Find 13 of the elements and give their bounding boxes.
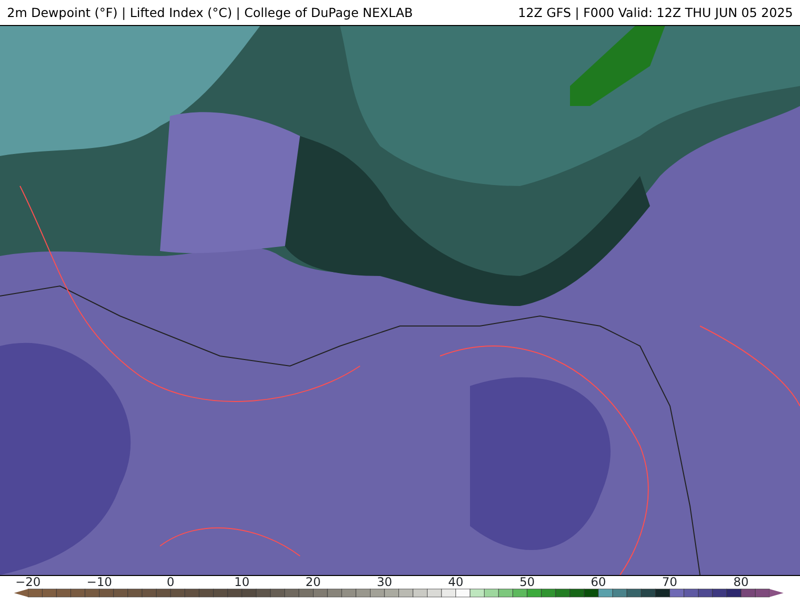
scale-tick-label: 30	[376, 576, 392, 589]
scale-tick-label: 80	[733, 576, 749, 589]
scale-tick-label: 20	[306, 576, 321, 589]
scale-tick-label: 10	[234, 576, 250, 589]
scale-tick-label: −20	[15, 576, 41, 589]
scale-tick-label: 70	[662, 576, 678, 589]
scale-tick-label: −10	[86, 576, 112, 589]
chart-title: 2m Dewpoint (°F) | Lifted Index (°C) | College of DuPage NEXLAB	[7, 4, 413, 22]
scale-tick-label: 60	[590, 576, 606, 589]
scale-tick-label: 40	[448, 576, 464, 589]
model-run-info: 12Z GFS | F000 Valid: 12Z THU JUN 05 2025	[518, 4, 793, 22]
scale-tick-label: 0	[166, 576, 174, 589]
scale-tick-label: 50	[519, 576, 535, 589]
